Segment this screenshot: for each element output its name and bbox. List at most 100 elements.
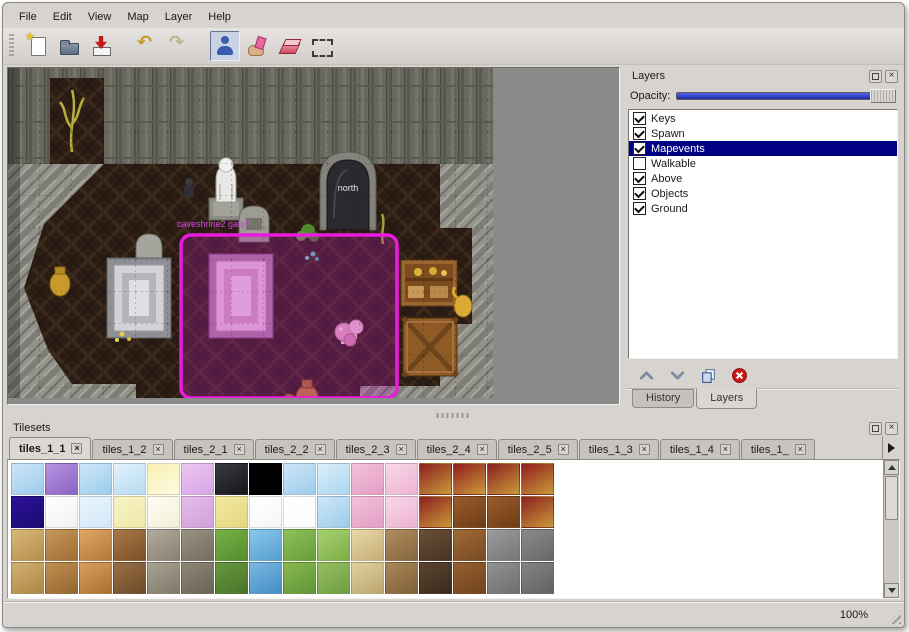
tile-1-14[interactable] [487, 496, 520, 528]
panel-tab-layers[interactable]: Layers [696, 388, 757, 409]
tileset-tab-tiles_2_2[interactable]: tiles_2_2× [255, 439, 335, 459]
tile-0-13[interactable] [453, 463, 486, 495]
tile-2-9[interactable] [317, 529, 350, 561]
tileset-tab-tiles_1_4[interactable]: tiles_1_4× [660, 439, 740, 459]
close-tab-icon[interactable]: × [153, 444, 164, 455]
float-panel-button[interactable] [869, 70, 882, 83]
tile-0-2[interactable] [79, 463, 112, 495]
resize-grip-icon[interactable] [887, 610, 901, 624]
close-tab-icon[interactable]: × [315, 444, 326, 455]
layer-visibility-checkbox[interactable] [633, 202, 646, 215]
tile-1-9[interactable] [317, 496, 350, 528]
tile-2-2[interactable] [79, 529, 112, 561]
tile-3-1[interactable] [45, 562, 78, 594]
toolbar-grip[interactable] [9, 34, 14, 58]
stamp-tool-button[interactable] [210, 31, 240, 61]
tile-2-0[interactable] [11, 529, 44, 561]
tile-0-7[interactable] [249, 463, 282, 495]
scrollbar-track[interactable] [884, 521, 899, 583]
float-tilesets-button[interactable] [869, 422, 882, 435]
tile-3-3[interactable] [113, 562, 146, 594]
tile-2-5[interactable] [181, 529, 214, 561]
layer-visibility-checkbox[interactable] [633, 172, 646, 185]
panel-tab-history[interactable]: History [632, 389, 694, 408]
scroll-down-button[interactable] [884, 583, 899, 598]
splitter-grip-icon[interactable] [436, 413, 470, 418]
tile-3-8[interactable] [283, 562, 316, 594]
tile-3-13[interactable] [453, 562, 486, 594]
eraser-tool-button[interactable] [274, 31, 304, 61]
layer-row-spawn[interactable]: Spawn [629, 126, 897, 141]
scrollbar-thumb[interactable] [885, 476, 898, 520]
tile-3-7[interactable] [249, 562, 282, 594]
open-button[interactable] [54, 31, 84, 61]
tile-3-12[interactable] [419, 562, 452, 594]
scroll-tabs-right-button[interactable] [882, 436, 900, 459]
tile-2-10[interactable] [351, 529, 384, 561]
close-tab-icon[interactable]: × [639, 444, 650, 455]
tile-2-7[interactable] [249, 529, 282, 561]
select-tool-button[interactable] [306, 31, 336, 61]
tile-0-11[interactable] [385, 463, 418, 495]
tile-0-5[interactable] [181, 463, 214, 495]
tileset-tab-tiles_2_4[interactable]: tiles_2_4× [417, 439, 497, 459]
tile-0-0[interactable] [11, 463, 44, 495]
tile-3-0[interactable] [11, 562, 44, 594]
delete-layer-button[interactable] [731, 367, 748, 384]
selection-rectangle[interactable] [181, 235, 397, 398]
tile-1-4[interactable] [147, 496, 180, 528]
redo-button[interactable] [164, 31, 194, 61]
close-tab-icon[interactable]: × [720, 444, 731, 455]
opacity-slider-handle[interactable] [870, 89, 896, 103]
tile-3-6[interactable] [215, 562, 248, 594]
tile-0-1[interactable] [45, 463, 78, 495]
close-tab-icon[interactable]: × [795, 444, 806, 455]
close-tab-icon[interactable]: × [477, 444, 488, 455]
layer-row-mapevents[interactable]: Mapevents [629, 141, 897, 156]
tile-1-0[interactable] [11, 496, 44, 528]
tileset-tab-tiles_1_1[interactable]: tiles_1_1× [9, 437, 91, 460]
menu-help[interactable]: Help [200, 9, 239, 25]
tileset-tab-tiles_2_5[interactable]: tiles_2_5× [498, 439, 578, 459]
tile-1-13[interactable] [453, 496, 486, 528]
tile-3-5[interactable] [181, 562, 214, 594]
duplicate-layer-button[interactable] [700, 367, 717, 384]
tile-0-6[interactable] [215, 463, 248, 495]
close-panel-button[interactable]: × [885, 70, 898, 83]
tileset-tab-tiles_1_2[interactable]: tiles_1_2× [92, 439, 172, 459]
tile-2-13[interactable] [453, 529, 486, 561]
menu-file[interactable]: File [11, 9, 45, 25]
menu-edit[interactable]: Edit [45, 9, 80, 25]
menu-view[interactable]: View [80, 9, 120, 25]
tile-3-10[interactable] [351, 562, 384, 594]
tile-1-15[interactable] [521, 496, 554, 528]
tileset-tab-tiles_1_[interactable]: tiles_1_× [741, 439, 815, 459]
tileset-tab-tiles_2_1[interactable]: tiles_2_1× [174, 439, 254, 459]
tile-2-12[interactable] [419, 529, 452, 561]
tile-2-8[interactable] [283, 529, 316, 561]
tile-0-15[interactable] [521, 463, 554, 495]
menu-layer[interactable]: Layer [157, 9, 201, 25]
layer-row-objects[interactable]: Objects [629, 186, 897, 201]
tileset-tab-tiles_2_3[interactable]: tiles_2_3× [336, 439, 416, 459]
tile-2-14[interactable] [487, 529, 520, 561]
tile-3-14[interactable] [487, 562, 520, 594]
layer-visibility-checkbox[interactable] [633, 112, 646, 125]
tile-2-6[interactable] [215, 529, 248, 561]
layer-row-above[interactable]: Above [629, 171, 897, 186]
tile-1-7[interactable] [249, 496, 282, 528]
tile-1-12[interactable] [419, 496, 452, 528]
tile-1-11[interactable] [385, 496, 418, 528]
menu-map[interactable]: Map [119, 9, 156, 25]
tile-1-3[interactable] [113, 496, 146, 528]
tile-1-5[interactable] [181, 496, 214, 528]
close-tab-icon[interactable]: × [234, 444, 245, 455]
tile-0-10[interactable] [351, 463, 384, 495]
layer-visibility-checkbox[interactable] [633, 142, 646, 155]
tile-1-1[interactable] [45, 496, 78, 528]
layer-visibility-checkbox[interactable] [633, 187, 646, 200]
layer-visibility-checkbox[interactable] [633, 127, 646, 140]
scroll-up-button[interactable] [884, 460, 899, 475]
tile-1-8[interactable] [283, 496, 316, 528]
tile-2-3[interactable] [113, 529, 146, 561]
